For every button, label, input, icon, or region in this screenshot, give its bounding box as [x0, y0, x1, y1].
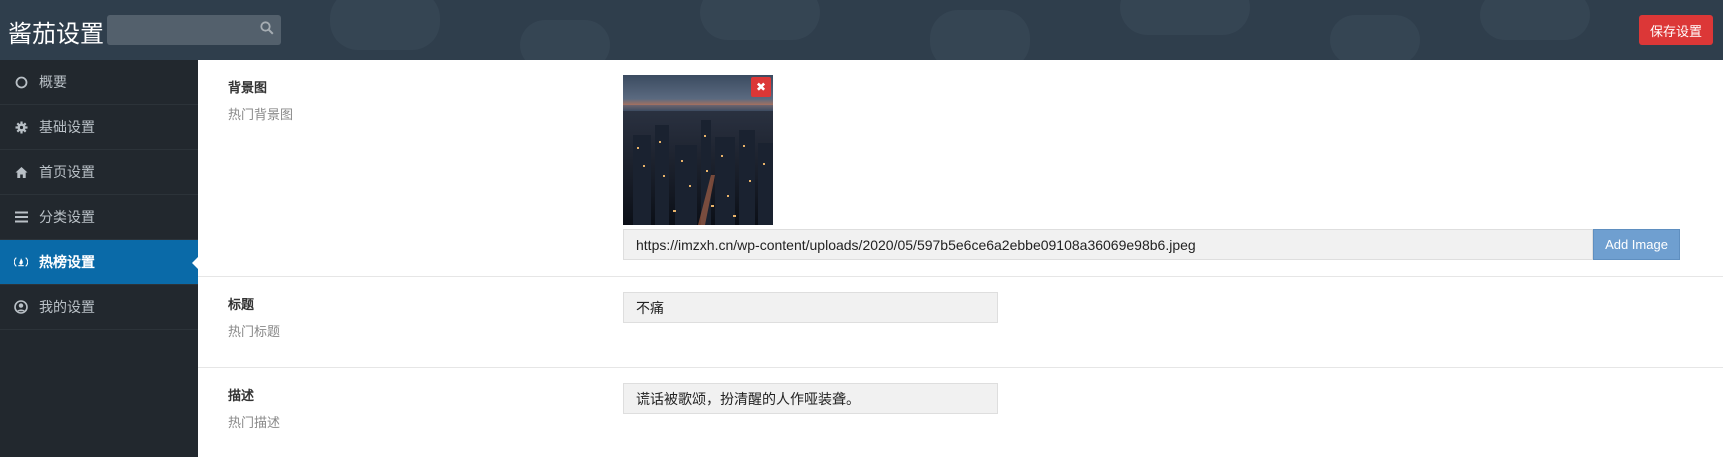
- main-content: 背景图 热门背景图 ✖ https://imzxh.cn/wp-content/…: [198, 60, 1723, 457]
- top-header: 酱茄设置 保存设置: [0, 0, 1723, 60]
- gear-icon: [14, 120, 28, 134]
- save-settings-button[interactable]: 保存设置: [1639, 15, 1713, 45]
- sidebar-item-label: 基础设置: [39, 120, 95, 136]
- title-row: 标题 热门标题: [198, 277, 1723, 368]
- user-circle-icon: [14, 300, 28, 314]
- field-label: 背景图: [228, 81, 268, 96]
- sidebar-item-hotlist[interactable]: 热榜设置: [0, 240, 198, 285]
- sidebar-item-label: 我的设置: [39, 300, 95, 316]
- search-icon[interactable]: [260, 20, 276, 36]
- fire-icon: [14, 255, 28, 269]
- background-image-preview: [623, 75, 773, 225]
- sidebar-item-category[interactable]: 分类设置: [0, 195, 198, 240]
- home-icon: [14, 165, 28, 179]
- field-description: 热门描述: [228, 416, 281, 431]
- field-description: 热门背景图: [228, 108, 294, 123]
- sidebar-item-basic[interactable]: 基础设置: [0, 105, 198, 150]
- list-icon: [14, 210, 28, 224]
- sidebar-item-label: 热榜设置: [39, 255, 95, 271]
- sidebar-item-mine[interactable]: 我的设置: [0, 285, 198, 330]
- add-image-button[interactable]: Add Image: [1593, 229, 1680, 260]
- sidebar: 概要 基础设置 首页设置 分类设置 热榜设置 我的设置: [0, 60, 198, 457]
- sidebar-item-label: 概要: [39, 75, 67, 91]
- description-input[interactable]: [623, 383, 998, 414]
- title-input[interactable]: [623, 292, 998, 323]
- field-label: 描述: [228, 389, 255, 404]
- field-description: 热门标题: [228, 325, 281, 340]
- background-url-input[interactable]: [623, 229, 1593, 260]
- sidebar-item-label: 分类设置: [39, 210, 95, 226]
- app-title: 酱茄设置: [8, 20, 104, 48]
- sidebar-item-home[interactable]: 首页设置: [0, 150, 198, 195]
- circle-icon: [14, 75, 28, 89]
- sidebar-item-overview[interactable]: 概要: [0, 60, 198, 105]
- search-input[interactable]: [107, 15, 281, 45]
- field-label: 标题: [228, 298, 255, 313]
- remove-image-button[interactable]: ✖: [751, 77, 771, 97]
- description-row: 描述 热门描述: [198, 368, 1723, 457]
- background-image-row: 背景图 热门背景图 ✖ https://imzxh.cn/wp-content/…: [198, 60, 1723, 277]
- sidebar-item-label: 首页设置: [39, 165, 95, 181]
